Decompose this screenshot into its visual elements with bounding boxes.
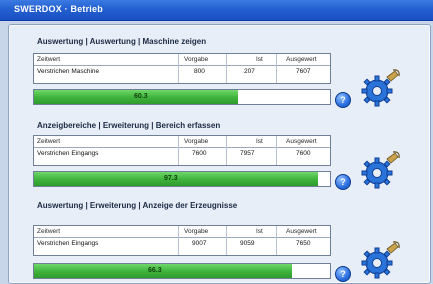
main-panel: Auswertung | Auswertung | Maschine zeige… (8, 24, 431, 284)
table-cell: Verstrichen Eingangs (37, 240, 99, 247)
table-cell: 9059 (240, 240, 255, 247)
column-header: Ist (256, 56, 263, 63)
table-cell: 800 (194, 68, 205, 75)
help-icon[interactable]: ? (335, 92, 351, 108)
column-header: Zeitwert (37, 56, 61, 63)
progress-label: 60.3 (134, 93, 148, 100)
section-title: Anzeigbereiche | Erweiterung | Bereich e… (37, 121, 221, 130)
table-cell: 7650 (296, 240, 311, 247)
section-1: Auswertung | Auswertung | Maschine zeige… (9, 37, 430, 121)
column-header: Zeitwert (37, 138, 61, 145)
divider (226, 136, 227, 165)
progress-fill (34, 264, 292, 278)
column-header: Vorgabe (184, 56, 209, 63)
column-header: Ist (256, 228, 263, 235)
divider (226, 226, 227, 255)
table-cell: 7607 (296, 68, 311, 75)
table-cell: 7600 (192, 150, 207, 157)
divider (276, 136, 277, 165)
progress-bar: 60.3 (33, 89, 331, 105)
data-table: Zeitwert Vorgabe Ist Ausgewert Verstrich… (33, 135, 331, 166)
data-table: Zeitwert Vorgabe Ist Ausgewert Verstrich… (33, 53, 331, 84)
section-title: Auswertung | Erweiterung | Anzeige der E… (37, 201, 238, 210)
divider (226, 54, 227, 83)
help-icon[interactable]: ? (335, 174, 351, 190)
gear-icon[interactable] (357, 67, 401, 111)
table-cell: 7600 (296, 150, 311, 157)
divider (34, 147, 330, 148)
progress-label: 66.3 (148, 267, 162, 274)
column-header: Ausgewert (286, 56, 317, 63)
gear-icon[interactable] (357, 239, 401, 283)
divider (34, 237, 330, 238)
column-header: Vorgabe (184, 138, 209, 145)
help-icon[interactable]: ? (335, 266, 351, 282)
section-2: Anzeigbereiche | Erweiterung | Bereich e… (9, 121, 430, 199)
table-cell: 207 (244, 68, 255, 75)
divider (34, 65, 330, 66)
application-window: SWERDOX · Betrieb Auswertung | Auswertun… (0, 0, 433, 284)
window-title: SWERDOX · Betrieb (14, 4, 103, 14)
divider (178, 54, 179, 83)
column-header: Ist (256, 138, 263, 145)
divider (276, 54, 277, 83)
divider (178, 226, 179, 255)
progress-bar: 97.3 (33, 171, 331, 187)
progress-label: 97.3 (164, 175, 178, 182)
progress-bar: 66.3 (33, 263, 331, 279)
table-cell: 7957 (240, 150, 255, 157)
gear-icon[interactable] (357, 149, 401, 193)
column-header: Ausgewert (286, 138, 317, 145)
divider (276, 226, 277, 255)
column-header: Vorgabe (184, 228, 209, 235)
divider (178, 136, 179, 165)
table-cell: 9007 (192, 240, 207, 247)
column-header: Ausgewert (286, 228, 317, 235)
title-bar[interactable]: SWERDOX · Betrieb (0, 0, 433, 21)
section-title: Auswertung | Auswertung | Maschine zeige… (37, 37, 207, 46)
data-table: Zeitwert Vorgabe Ist Ausgewert Verstrich… (33, 225, 331, 256)
column-header: Zeitwert (37, 228, 61, 235)
table-cell: Verstrichen Maschine (37, 68, 100, 75)
table-cell: Verstrichen Eingangs (37, 150, 99, 157)
section-3: Auswertung | Erweiterung | Anzeige der E… (9, 201, 430, 283)
